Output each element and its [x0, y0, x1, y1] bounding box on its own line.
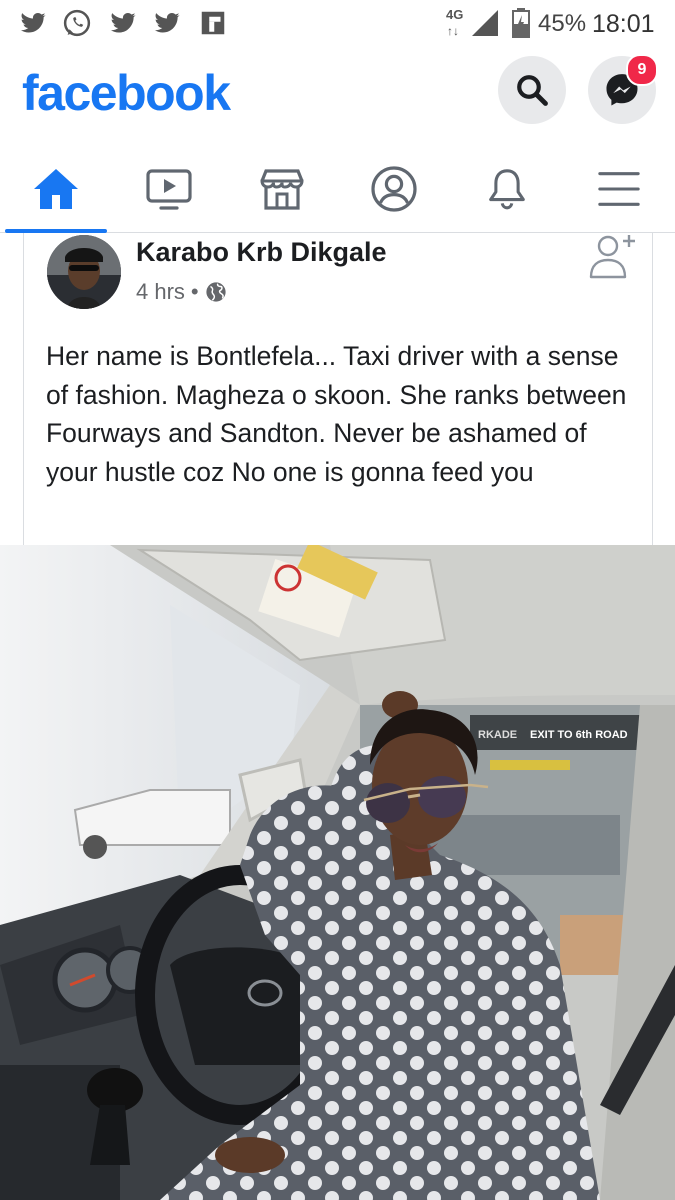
network-type: 4G — [446, 7, 464, 22]
battery-icon — [512, 8, 530, 38]
messenger-button[interactable]: 9 — [588, 54, 658, 124]
signal-icon — [472, 10, 498, 36]
whatsapp-icon — [63, 9, 91, 37]
status-bar: 4G ↑↓ 45% 18:01 — [0, 0, 675, 46]
nav-tabs — [0, 146, 675, 233]
avatar[interactable] — [47, 235, 121, 309]
avatar-photo — [47, 235, 121, 309]
facebook-logo[interactable]: facebook — [22, 64, 231, 122]
post-card: Karabo Krb Dikgale 4 hrs • Her name is B… — [23, 233, 653, 545]
taxi-driver-photo: RKADE EXIT TO 6th ROAD — [0, 545, 675, 1200]
twitter-icon — [110, 12, 137, 33]
bell-icon — [489, 169, 525, 210]
post-time[interactable]: 4 hrs — [136, 279, 185, 305]
store-icon — [260, 169, 304, 210]
clock: 18:01 — [592, 10, 655, 38]
tab-home[interactable] — [1, 146, 111, 233]
menu-icon — [598, 172, 640, 206]
video-icon — [146, 169, 192, 210]
battery-percent: 45% — [538, 10, 587, 37]
tab-menu[interactable] — [564, 146, 674, 232]
twitter-icon — [154, 12, 181, 33]
data-arrows-icon: ↑↓ — [447, 24, 459, 38]
sign-text: EXIT TO 6th ROAD — [530, 729, 628, 741]
search-button[interactable] — [498, 56, 566, 124]
meta-separator: • — [190, 279, 199, 304]
profile-icon — [371, 166, 417, 212]
search-icon — [517, 75, 548, 106]
tab-profile[interactable] — [339, 146, 449, 232]
post-author[interactable]: Karabo Krb Dikgale — [136, 237, 387, 268]
tab-notifications[interactable] — [452, 146, 562, 232]
home-icon — [34, 169, 78, 209]
app-header: facebook 9 — [0, 46, 675, 146]
sign-prefix: RKADE — [478, 729, 517, 741]
tab-watch[interactable] — [114, 146, 224, 232]
post-text: Her name is Bontlefela... Taxi driver wi… — [46, 341, 627, 487]
messenger-badge: 9 — [626, 54, 658, 86]
post-photo[interactable]: RKADE EXIT TO 6th ROAD — [0, 545, 675, 1200]
add-friend-icon[interactable] — [588, 233, 638, 279]
tab-marketplace[interactable] — [227, 146, 337, 232]
twitter-icon — [20, 12, 47, 33]
post-meta: 4 hrs • — [136, 279, 227, 305]
globe-icon — [206, 282, 226, 302]
flipboard-icon — [201, 11, 225, 35]
